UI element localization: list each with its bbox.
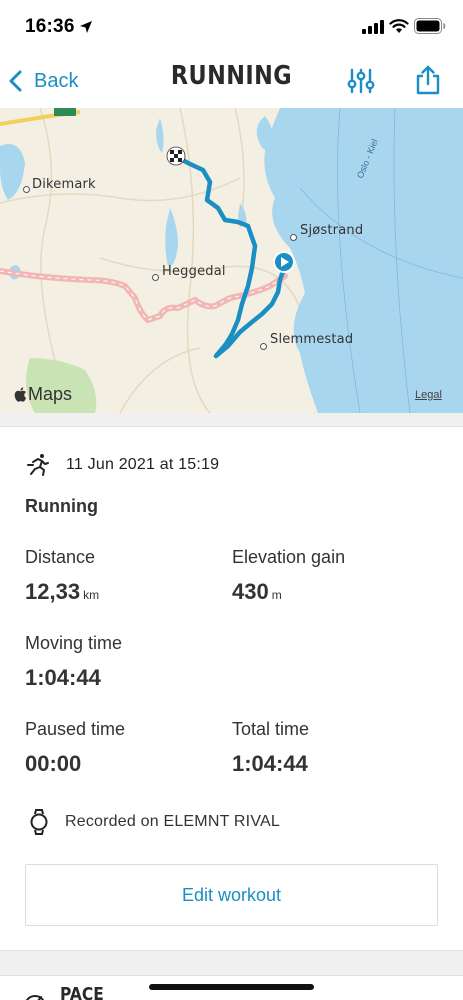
elevation-gain-unit: m — [271, 588, 282, 602]
nav-bar: Back RUNNING — [0, 52, 463, 108]
place-dot — [152, 274, 159, 281]
distance-value: 12,33 km — [25, 579, 99, 605]
paused-time-value: 00:00 — [25, 751, 82, 776]
elevation-gain-label: Elevation gain — [232, 547, 346, 567]
edit-workout-button[interactable]: Edit workout — [25, 864, 438, 926]
section-divider — [0, 950, 463, 976]
total-time-label: Total time — [232, 719, 310, 739]
filter-sliders-icon[interactable] — [346, 66, 376, 96]
watch-icon — [30, 809, 48, 835]
place-dot — [260, 343, 267, 350]
elevation-gain-number: 430 — [232, 579, 269, 604]
cellular-signal-icon — [362, 20, 384, 34]
moving-time-label: Moving time — [25, 633, 123, 653]
chevron-left-icon — [9, 70, 22, 92]
place-label-slemmestad: Slemmestad — [270, 332, 354, 347]
maps-attribution: Maps — [28, 384, 73, 404]
moving-time-value: 1:04:44 — [25, 665, 101, 690]
route-map[interactable]: Dikemark Heggedal Sjøstrand Slemmestad O… — [0, 108, 463, 413]
place-label-dikemark: Dikemark — [32, 177, 96, 192]
map-base — [0, 108, 463, 413]
elevation-gain-value: 430 m — [232, 579, 282, 605]
speedometer-icon — [25, 995, 45, 1000]
section-divider — [0, 413, 463, 427]
recorded-device-row: Recorded on ELEMNT RIVAL — [30, 808, 280, 836]
status-time: 16:36 — [25, 16, 75, 37]
status-bar: 16:36 — [0, 0, 463, 52]
location-arrow-icon — [80, 21, 92, 33]
apple-logo-icon — [14, 387, 27, 402]
battery-icon — [414, 18, 446, 34]
pace-section-title: PACE — [60, 984, 104, 1000]
legal-link[interactable]: Legal — [415, 389, 442, 401]
place-label-heggedal: Heggedal — [162, 264, 226, 279]
share-icon[interactable] — [413, 64, 443, 96]
workout-date-row: 11 Jun 2021 at 15:19 — [25, 452, 219, 478]
distance-unit: km — [83, 588, 100, 602]
place-label-sjostrand: Sjøstrand — [300, 223, 364, 238]
place-dot — [23, 186, 30, 193]
recorded-on-text: Recorded on ELEMNT RIVAL — [65, 813, 280, 830]
apple-maps-logo: Maps — [13, 384, 72, 405]
workout-date: 11 Jun 2021 at 15:19 — [66, 456, 220, 473]
finish-flag-icon — [166, 146, 186, 166]
activity-type: Running — [25, 496, 98, 516]
start-marker-icon — [273, 251, 295, 273]
distance-label: Distance — [25, 547, 96, 567]
running-person-icon — [27, 454, 49, 476]
place-dot — [290, 234, 297, 241]
total-time-value: 1:04:44 — [232, 751, 308, 776]
wifi-icon — [389, 19, 409, 33]
distance-number: 12,33 — [25, 579, 81, 604]
paused-time-label: Paused time — [25, 719, 126, 739]
home-indicator[interactable] — [149, 984, 314, 990]
